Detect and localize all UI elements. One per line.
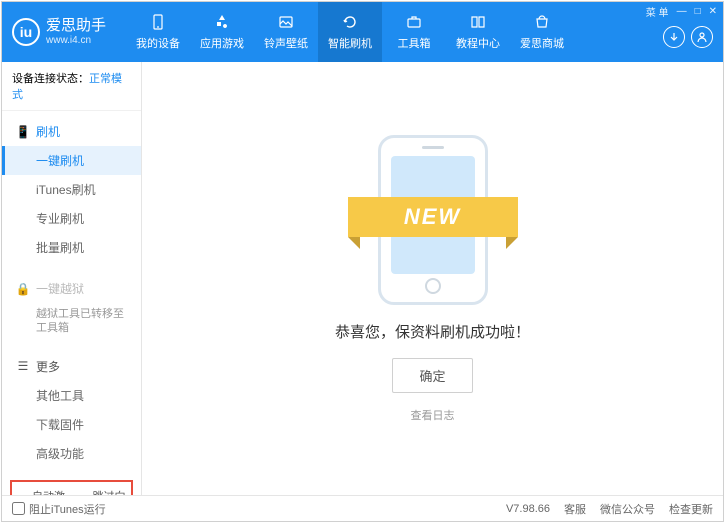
logo-icon: iu: [12, 18, 40, 46]
sidebar-item-itunes-flash[interactable]: iTunes刷机: [2, 175, 141, 204]
sidebar: 设备连接状态：正常模式 📱 刷机 一键刷机 iTunes刷机 专业刷机 批量刷机…: [2, 62, 142, 495]
header-right-buttons: [663, 26, 713, 48]
phone-illustration: NEW: [368, 135, 498, 305]
flash-phone-icon: 📱: [16, 125, 30, 139]
main-content: NEW 恭喜您，保资料刷机成功啦！ 确定 查看日志: [142, 62, 723, 495]
download-button[interactable]: [663, 26, 685, 48]
nav-apps-games[interactable]: 应用游戏: [190, 2, 254, 62]
book-icon: [469, 13, 487, 31]
sidebar-item-other-tools[interactable]: 其他工具: [2, 381, 141, 410]
main-nav: 我的设备 应用游戏 铃声壁纸 智能刷机 工具箱 教程中心: [126, 2, 574, 62]
nav-tutorial[interactable]: 教程中心: [446, 2, 510, 62]
user-button[interactable]: [691, 26, 713, 48]
skip-guide-checkbox[interactable]: 跳过向导: [77, 488, 128, 495]
version-label: V7.98.66: [506, 503, 550, 515]
sidebar-section-flash[interactable]: 📱 刷机: [2, 117, 141, 146]
sidebar-section-more[interactable]: ☰ 更多: [2, 352, 141, 381]
app-url: www.i4.cn: [46, 35, 106, 46]
footer-bar: 阻止iTunes运行 V7.98.66 客服 微信公众号 检查更新: [2, 495, 723, 521]
sidebar-item-advanced[interactable]: 高级功能: [2, 439, 141, 468]
app-title: 爱思助手: [46, 18, 106, 35]
refresh-icon: [341, 13, 359, 31]
nav-mall[interactable]: 爱思商城: [510, 2, 574, 62]
sidebar-item-batch-flash[interactable]: 批量刷机: [2, 233, 141, 262]
connection-status: 设备连接状态：正常模式: [2, 62, 141, 111]
sidebar-item-download-firmware[interactable]: 下载固件: [2, 410, 141, 439]
menu-icon: ☰: [16, 359, 30, 373]
new-ribbon: NEW: [348, 197, 518, 237]
confirm-button[interactable]: 确定: [392, 358, 472, 393]
apps-icon: [213, 13, 231, 31]
block-itunes-checkbox[interactable]: 阻止iTunes运行: [12, 501, 106, 517]
nav-ringtone-wallpaper[interactable]: 铃声壁纸: [254, 2, 318, 62]
close-icon[interactable]: ✕: [709, 6, 717, 17]
wechat-link[interactable]: 微信公众号: [600, 501, 655, 517]
app-window: iu 爱思助手 www.i4.cn 我的设备 应用游戏 铃声壁纸 智能刷机: [1, 1, 724, 522]
minimize-icon[interactable]: —: [677, 6, 687, 17]
maximize-icon[interactable]: □: [695, 6, 701, 17]
wallpaper-icon: [277, 13, 295, 31]
window-controls: 菜 单 — □ ✕: [646, 4, 717, 19]
header-bar: iu 爱思助手 www.i4.cn 我的设备 应用游戏 铃声壁纸 智能刷机: [2, 2, 723, 62]
nav-smart-flash[interactable]: 智能刷机: [318, 2, 382, 62]
phone-icon: [149, 13, 167, 31]
nav-my-device[interactable]: 我的设备: [126, 2, 190, 62]
menu-button[interactable]: 菜 单: [646, 4, 669, 19]
success-message: 恭喜您，保资料刷机成功啦！: [335, 321, 530, 342]
nav-toolbox[interactable]: 工具箱: [382, 2, 446, 62]
sidebar-item-pro-flash[interactable]: 专业刷机: [2, 204, 141, 233]
toolbox-icon: [405, 13, 423, 31]
shop-icon: [533, 13, 551, 31]
auto-activate-checkbox[interactable]: 自动激活: [16, 488, 67, 495]
customer-service-link[interactable]: 客服: [564, 501, 586, 517]
jailbreak-note: 越狱工具已转移至工具箱: [2, 303, 141, 340]
view-log-link[interactable]: 查看日志: [411, 407, 455, 423]
sidebar-section-jailbreak[interactable]: 🔒 一键越狱: [2, 274, 141, 303]
options-highlighted-box: 自动激活 跳过向导: [10, 480, 133, 495]
lock-icon: 🔒: [16, 282, 30, 296]
check-update-link[interactable]: 检查更新: [669, 501, 713, 517]
sidebar-item-oneclick-flash[interactable]: 一键刷机: [2, 146, 141, 175]
logo-area: iu 爱思助手 www.i4.cn: [12, 18, 106, 46]
